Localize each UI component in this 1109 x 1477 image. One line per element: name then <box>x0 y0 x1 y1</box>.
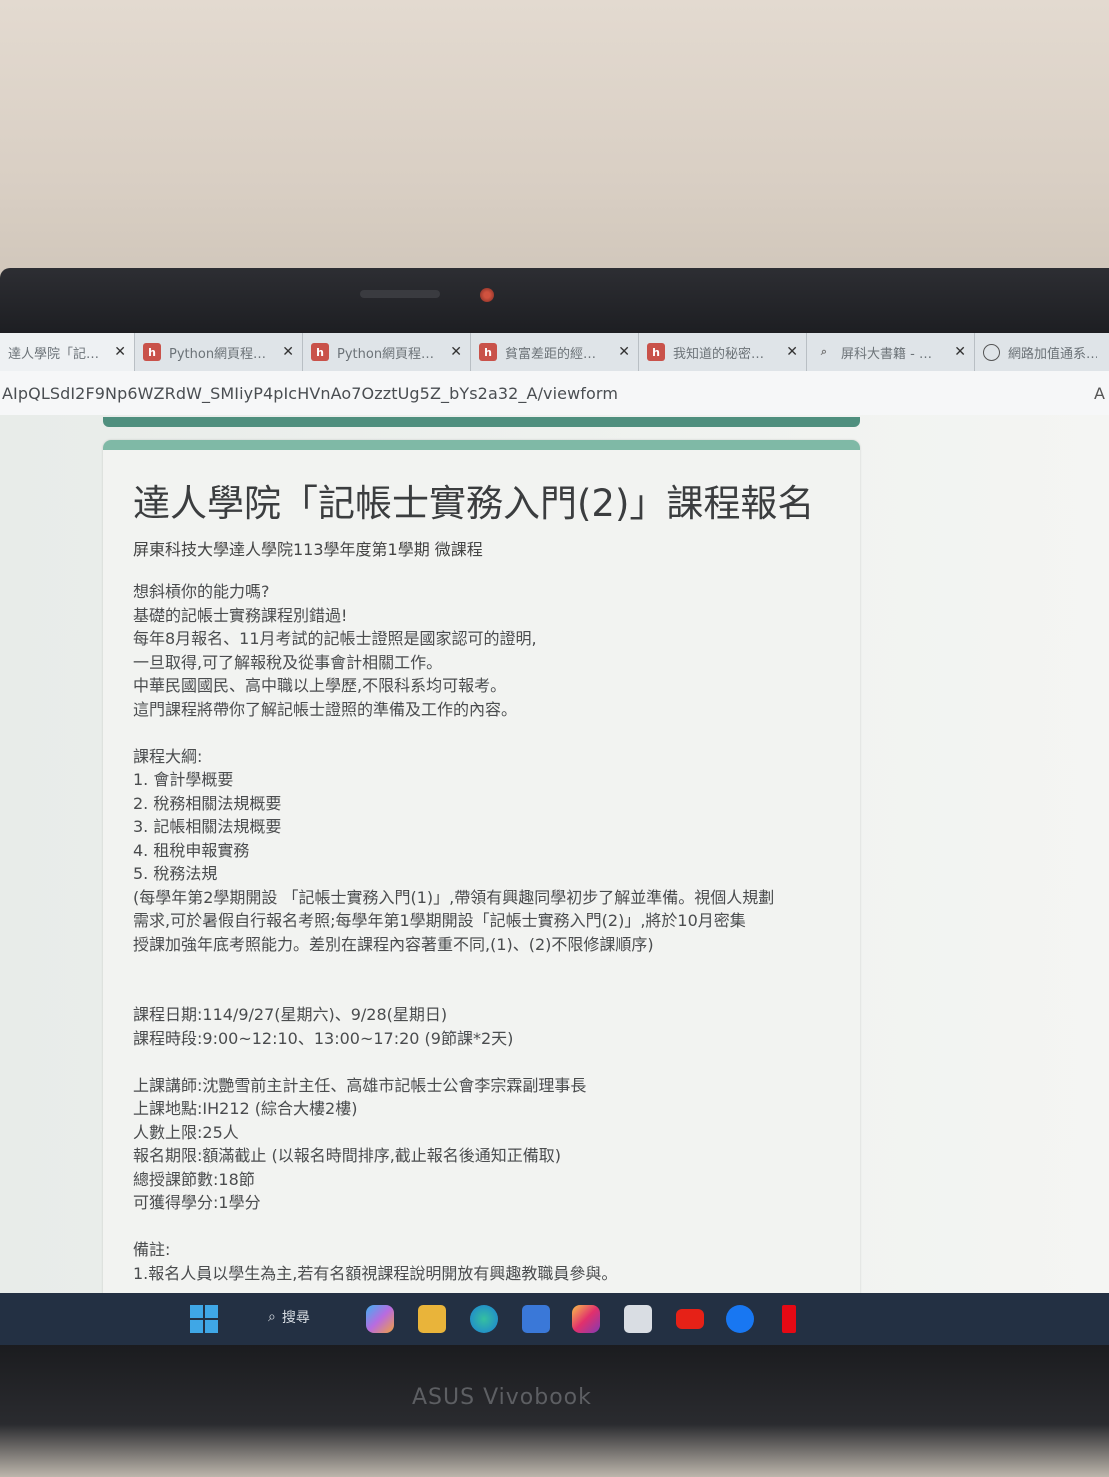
intro-line: 每年8月報名、11月考試的記帳士證照是國家認可的證明, <box>133 629 537 648</box>
reader-mode-icon[interactable]: A <box>1094 384 1105 403</box>
hahow-icon: h <box>311 343 329 361</box>
tab-network[interactable]: 網路加值通系… <box>975 333 1105 371</box>
tab-python-2[interactable]: h Python網頁程… ✕ <box>303 333 471 371</box>
instagram-icon[interactable] <box>572 1305 600 1333</box>
outline-heading: 課程大綱: <box>133 746 203 766</box>
form-subtitle: 屏東科技大學達人學院113學年度第1學期 微課程 <box>133 540 483 559</box>
outline-item: 2. 稅務相關法規概要 <box>133 793 282 813</box>
form-description: 想斜槓你的能力嗎? 基礎的記帳士實務課程別錯過! 每年8月報名、11月考試的記帳… <box>133 580 833 1285</box>
tab-label: Python網頁程… <box>337 346 435 362</box>
bezel-slit <box>360 290 440 298</box>
remarks-heading: 備註: <box>133 1240 171 1259</box>
tab-label: Python網頁程… <box>169 346 267 362</box>
laptop-screen: 達人學院「記… ✕ h Python網頁程… ✕ h Python網頁程… ✕ … <box>0 333 1109 1293</box>
form-accent-bar <box>103 440 860 450</box>
outline-note: 需求,可於暑假自行報名考照;每學年第1學期開設「記帳士實務入門(2)」,將於10… <box>133 911 746 930</box>
file-explorer-icon[interactable] <box>418 1305 446 1333</box>
tab-forms[interactable]: 達人學院「記… ✕ <box>0 333 135 371</box>
tab-secret[interactable]: h 我知道的秘密… ✕ <box>639 333 807 371</box>
detail-line: 可獲得學分:1學分 <box>133 1193 261 1212</box>
browser-tab-bar: 達人學院「記… ✕ h Python網頁程… ✕ h Python網頁程… ✕ … <box>0 333 1109 371</box>
url-text[interactable]: AIpQLSdI2F9Np6WZRdW_SMIiyP4pIcHVnAo7Ozzt… <box>0 384 618 403</box>
form-title: 達人學院「記帳士實務入門(2)」課程報名 <box>133 482 815 525</box>
detail-line: 上課地點:IH212 (綜合大樓2樓) <box>133 1099 358 1118</box>
search-icon: ⌕ <box>268 1309 276 1325</box>
close-icon[interactable]: ✕ <box>954 344 966 360</box>
form-page: 達人學院「記帳士實務入門(2)」課程報名 屏東科技大學達人學院113學年度第1學… <box>0 415 1109 1293</box>
search-label: 搜尋 <box>281 1310 310 1326</box>
tab-label: 我知道的秘密… <box>673 346 765 362</box>
detail-line: 上課講師:沈艷雪前主計主任、高雄市記帳士公會李宗霖副理事長 <box>133 1075 587 1095</box>
windows-taskbar: ⌕ 搜尋 <box>0 1293 1109 1345</box>
globe-icon <box>983 343 1000 361</box>
detail-line: 報名期限:額滿截止 (以報名時間排序,截止報名後通知正備取) <box>133 1146 562 1165</box>
tab-label: 網路加值通系… <box>1008 346 1097 362</box>
hahow-icon: h <box>143 343 161 361</box>
outline-item: 4. 租稅申報實務 <box>133 840 250 860</box>
close-icon[interactable]: ✕ <box>786 344 798 360</box>
tab-label: 貧富差距的經… <box>505 346 597 362</box>
outline-item: 3. 記帳相關法規概要 <box>133 817 282 836</box>
tab-label: 達人學院「記… <box>8 346 100 362</box>
form-header-strip <box>103 417 860 427</box>
netflix-icon[interactable] <box>782 1305 796 1333</box>
laptop-bottom-bezel: ASUS Vivobook <box>0 1345 1109 1477</box>
tab-label: 屏科大書籍 - … <box>841 346 932 362</box>
outline-note: 授課加強年底考照能力。差別在課程內容著重不同,(1)、(2)不限修課順序) <box>133 934 654 954</box>
form-card: 達人學院「記帳士實務入門(2)」課程報名 屏東科技大學達人學院113學年度第1學… <box>103 440 860 1293</box>
taskbar-search[interactable]: ⌕ 搜尋 <box>268 1307 310 1327</box>
outline-note: (每學年第2學期開設 「記帳士實務入門(1)」,帶領有興趣同學初步了解並準備。視… <box>133 887 775 907</box>
remark-line: 1.報名人員以學生為主,若有名額視課程說明開放有興趣教職員參與。 <box>133 1263 618 1283</box>
laptop-top-bezel <box>0 268 1109 338</box>
tab-wealth-gap[interactable]: h 貧富差距的經… ✕ <box>471 333 639 371</box>
wall-background <box>0 0 1109 300</box>
course-date: 課程日期:114/9/27(星期六)、9/28(星期日) <box>133 1005 448 1024</box>
tab-python-1[interactable]: h Python網頁程… ✕ <box>135 333 303 371</box>
intro-line: 想斜槓你的能力嗎? <box>133 582 270 601</box>
tab-books-search[interactable]: ⌕ 屏科大書籍 - … ✕ <box>807 333 975 371</box>
intro-line: 中華民國國民、高中職以上學歷,不限科系均可報考。 <box>133 676 507 695</box>
hahow-icon: h <box>479 343 497 361</box>
youtube-icon[interactable] <box>676 1309 704 1329</box>
store-icon[interactable] <box>624 1305 652 1333</box>
windows-start-icon[interactable] <box>190 1305 218 1333</box>
intro-line: 基礎的記帳士實務課程別錯過! <box>133 605 348 625</box>
close-icon[interactable]: ✕ <box>450 344 462 360</box>
intro-line: 一旦取得,可了解報稅及從事會計相關工作。 <box>133 652 443 672</box>
detail-line: 總授課節數:18節 <box>133 1169 255 1189</box>
detail-line: 人數上限:25人 <box>133 1122 239 1142</box>
hahow-icon: h <box>647 343 665 361</box>
outline-item: 5. 稅務法規 <box>133 864 218 883</box>
search-icon: ⌕ <box>820 345 828 358</box>
address-bar[interactable]: AIpQLSdI2F9Np6WZRdW_SMIiyP4pIcHVnAo7Ozzt… <box>0 371 1109 416</box>
close-icon[interactable]: ✕ <box>618 344 630 360</box>
course-time: 課程時段:9:00~12:10、13:00~17:20 (9節課*2天) <box>133 1028 514 1048</box>
app-icon[interactable] <box>522 1305 550 1333</box>
webcam-light-icon <box>480 288 494 302</box>
close-icon[interactable]: ✕ <box>114 344 126 360</box>
edge-icon[interactable] <box>470 1305 498 1333</box>
laptop-brand-logo: ASUS Vivobook <box>412 1385 592 1410</box>
outline-item: 1. 會計學概要 <box>133 770 234 789</box>
intro-line: 這門課程將帶你了解記帳士證照的準備及工作的內容。 <box>133 699 518 719</box>
close-icon[interactable]: ✕ <box>282 344 294 360</box>
facebook-icon[interactable] <box>726 1305 754 1333</box>
copilot-icon[interactable] <box>366 1305 394 1333</box>
